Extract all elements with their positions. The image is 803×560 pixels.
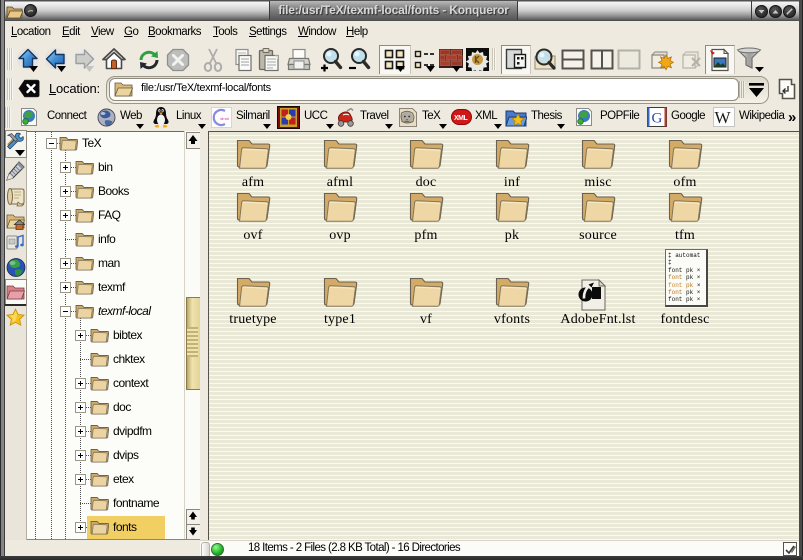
svg-text:W: W	[715, 108, 732, 127]
svg-text:G: G	[652, 111, 663, 127]
svg-text:XML: XML	[454, 115, 469, 122]
svg-text:silmaril: silmaril	[220, 116, 229, 121]
